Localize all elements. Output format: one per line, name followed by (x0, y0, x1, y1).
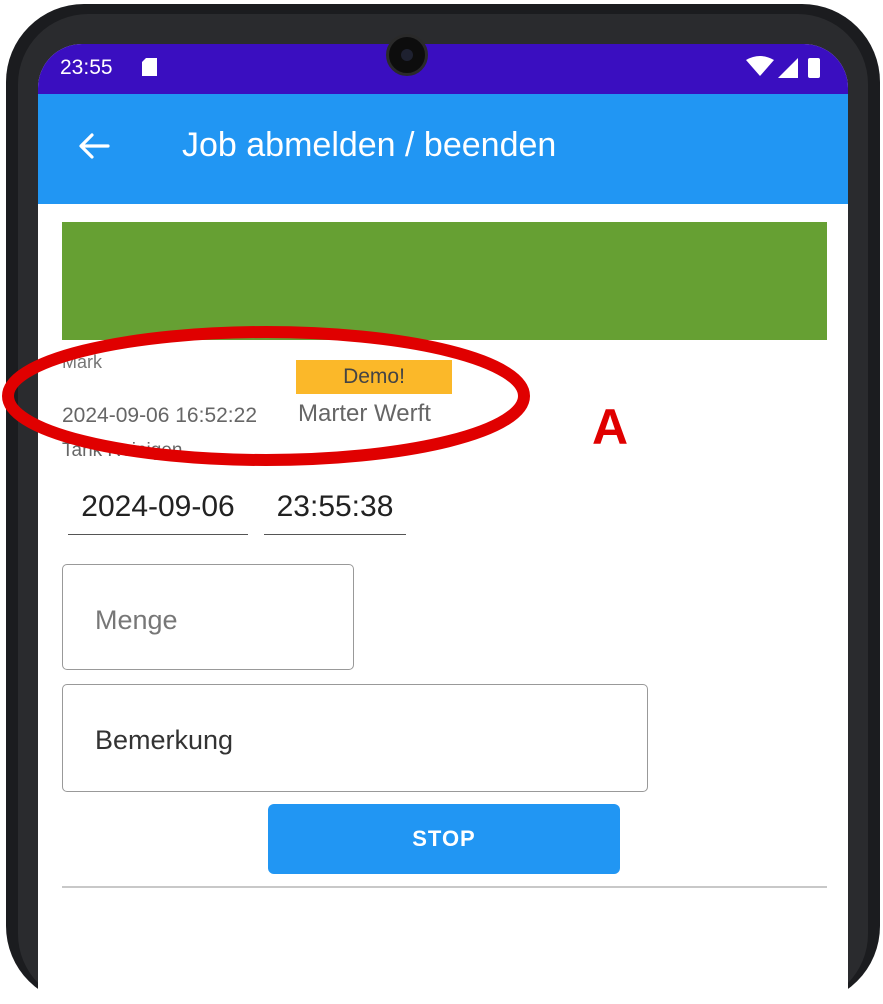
job-start-datetime: 2024-09-06 16:52:22 (62, 404, 257, 427)
end-time-field[interactable]: 23:55:38 (264, 490, 406, 535)
demo-badge: Demo! (296, 360, 452, 394)
phone-screen: 23:55 Job abmelden / beenden Mark Demo! … (38, 44, 848, 1004)
bemerkung-input[interactable]: Bemerkung (62, 684, 648, 792)
annotation-label: A (592, 399, 629, 455)
wifi-icon (746, 56, 774, 76)
signal-icon (778, 58, 798, 78)
front-camera (386, 34, 428, 76)
sd-card-icon (142, 58, 157, 76)
job-task: Tank Reinigen (62, 440, 183, 461)
job-location: Marter Werft (298, 400, 431, 427)
user-name: Mark (62, 352, 102, 372)
divider (62, 886, 827, 888)
status-banner (62, 222, 827, 340)
status-bar: 23:55 (38, 44, 848, 94)
stop-button[interactable]: STOP (268, 804, 620, 874)
end-date-field[interactable]: 2024-09-06 (68, 490, 248, 535)
battery-icon (808, 58, 820, 78)
arrow-back-icon[interactable] (76, 128, 112, 164)
status-time: 23:55 (60, 56, 113, 79)
page-title: Job abmelden / beenden (182, 126, 557, 164)
status-icons (746, 56, 820, 78)
app-bar: Job abmelden / beenden (38, 94, 848, 204)
menge-input[interactable]: Menge (62, 564, 354, 670)
